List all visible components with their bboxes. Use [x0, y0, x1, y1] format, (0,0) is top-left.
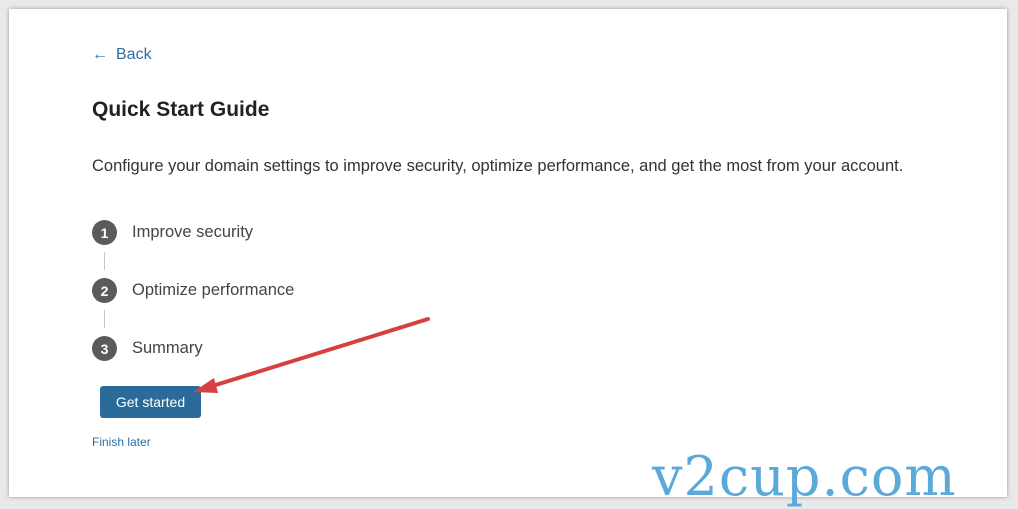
annotation-arrow	[193, 317, 430, 393]
annotation-arrow-shaft	[204, 317, 430, 390]
annotation-arrow-head	[193, 378, 218, 393]
